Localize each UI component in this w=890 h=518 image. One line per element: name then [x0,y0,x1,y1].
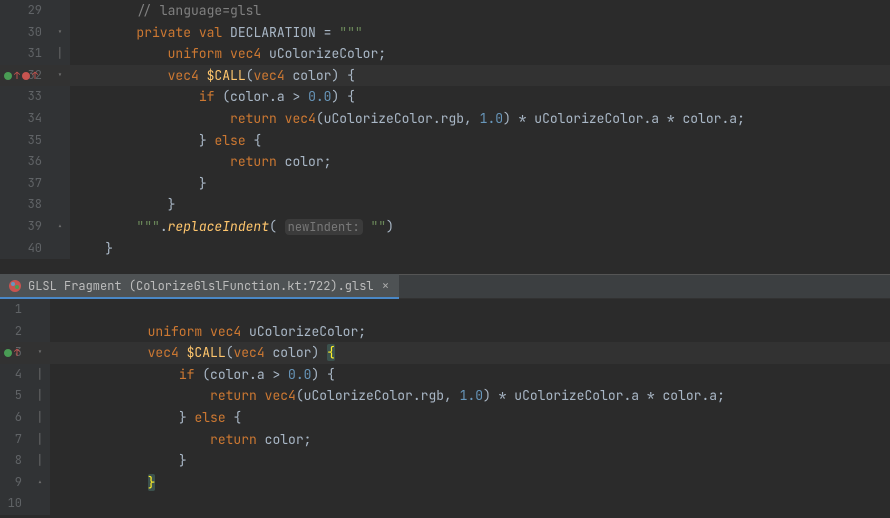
code-line[interactable]: 37 } [0,173,890,195]
code-line[interactable]: 35 } else { [0,130,890,152]
matched-brace: { [327,344,335,361]
fold-gutter[interactable] [30,299,50,321]
line-number: 9 [0,472,30,494]
line-number: 4 [0,364,30,386]
code-line[interactable]: 30 ▾ private val DECLARATION = """ [0,22,890,44]
line-number: 2 [0,321,30,343]
fold-toggle[interactable]: ▾ [50,65,70,87]
code-line[interactable]: 10 [0,493,890,515]
fold-gutter[interactable] [50,130,70,152]
arrow-up-icon: ↑ [32,69,38,82]
comment: // language=glsl [136,2,261,19]
fold-guide-icon: │ [37,385,42,407]
gutter-marks[interactable]: ↑ [0,342,30,364]
chevron-up-icon: ▴ [57,216,62,238]
bottom-editor[interactable]: 1 2 uniform vec4 uColorizeColor; 3 ▾ vec… [0,299,890,515]
code-line[interactable]: 5 │ return vec4(uColorizeColor.rgb, 1.0)… [0,385,890,407]
code-line-current[interactable]: 3 ▾ vec4 $CALL(vec4 color) { [0,342,890,364]
code-line[interactable]: 29 // language=glsl [0,0,890,22]
gutter-marks[interactable]: ↑ ↑ [0,65,50,87]
editor-tab-bar[interactable]: GLSL Fragment (ColorizeGlslFunction.kt:7… [0,274,890,299]
code-line[interactable]: 7 │ return color; [0,429,890,451]
fold-gutter[interactable] [50,194,70,216]
code-line[interactable]: 40 } [0,238,890,260]
fold-gutter[interactable]: │ [30,385,50,407]
line-number: 34 [0,108,50,130]
code-line[interactable]: 1 [0,299,890,321]
code-line[interactable]: 33 if (color.a > 0.0) { [0,86,890,108]
code-line[interactable]: 34 return vec4(uColorizeColor.rgb, 1.0) … [0,108,890,130]
line-number: 31 [0,43,50,65]
fold-toggle[interactable]: ▾ [30,342,50,364]
line-number: 10 [0,493,30,515]
tab-close-button[interactable]: × [380,277,392,294]
line-number: 40 [0,238,50,260]
run-marker-icon[interactable] [4,349,12,357]
fold-toggle[interactable]: ▴ [30,472,50,494]
line-number: 39 [0,216,50,238]
fold-guide-icon: │ [37,450,42,472]
chevron-down-icon: ▾ [57,65,62,87]
tab-title: GLSL Fragment (ColorizeGlslFunction.kt:7… [28,278,374,294]
chevron-down-icon: ▾ [57,22,62,44]
fold-gutter[interactable] [50,0,70,22]
fold-gutter[interactable] [50,86,70,108]
line-number: 36 [0,151,50,173]
line-number: 7 [0,429,30,451]
code-line[interactable]: 36 return color; [0,151,890,173]
fold-guide-icon: │ [37,364,42,386]
fold-guide-icon: │ [57,43,62,65]
line-number: 33 [0,86,50,108]
fold-gutter[interactable] [50,173,70,195]
fold-gutter[interactable]: │ [30,450,50,472]
fold-gutter[interactable]: │ [30,429,50,451]
fold-toggle[interactable]: ▴ [50,216,70,238]
line-number: 5 [0,385,30,407]
code-line[interactable]: 31 │ uniform vec4 uColorizeColor; [0,43,890,65]
matched-brace: } [148,474,156,491]
line-number: 1 [0,299,30,321]
override-marker-icon[interactable] [22,72,30,80]
code-line[interactable]: 6 │ } else { [0,407,890,429]
line-number: 29 [0,0,50,22]
line-number: 35 [0,130,50,152]
arrow-up-icon: ↑ [14,69,20,82]
glsl-file-icon [8,279,22,293]
line-number: 37 [0,173,50,195]
code-line[interactable]: 2 uniform vec4 uColorizeColor; [0,321,890,343]
fold-toggle[interactable]: ▾ [50,22,70,44]
line-number: 38 [0,194,50,216]
editor-tab-active[interactable]: GLSL Fragment (ColorizeGlslFunction.kt:7… [0,274,399,299]
fold-gutter[interactable] [30,493,50,515]
fold-gutter[interactable] [30,321,50,343]
line-number: 6 [0,407,30,429]
fold-gutter[interactable] [50,108,70,130]
chevron-up-icon: ▴ [37,472,42,494]
line-number: 8 [0,450,30,472]
code-line-current[interactable]: 32 ▾ vec4 $CALL(vec4 color) { [0,65,890,87]
code-line[interactable]: 4 │ if (color.a > 0.0) { [0,364,890,386]
inlay-hint[interactable]: newIndent: [285,219,363,235]
fold-gutter[interactable] [50,238,70,260]
arrow-up-icon: ↑ [14,346,20,359]
fold-guide-icon: │ [37,429,42,451]
code-line[interactable]: 39 ▴ """.replaceIndent( newIndent: "") [0,216,890,238]
line-number: 30 [0,22,50,44]
code-line[interactable]: 38 } [0,194,890,216]
fold-gutter[interactable]: │ [50,43,70,65]
fold-gutter[interactable]: │ [30,407,50,429]
fold-gutter[interactable] [50,151,70,173]
chevron-down-icon: ▾ [37,342,42,364]
code-line[interactable]: 8 │ } [0,450,890,472]
top-editor[interactable]: 29 // language=glsl 30 ▾ private val DEC… [0,0,890,274]
fold-guide-icon: │ [37,407,42,429]
code-line[interactable]: 9 ▴ } [0,472,890,494]
fold-gutter[interactable]: │ [30,364,50,386]
run-marker-icon[interactable] [4,72,12,80]
